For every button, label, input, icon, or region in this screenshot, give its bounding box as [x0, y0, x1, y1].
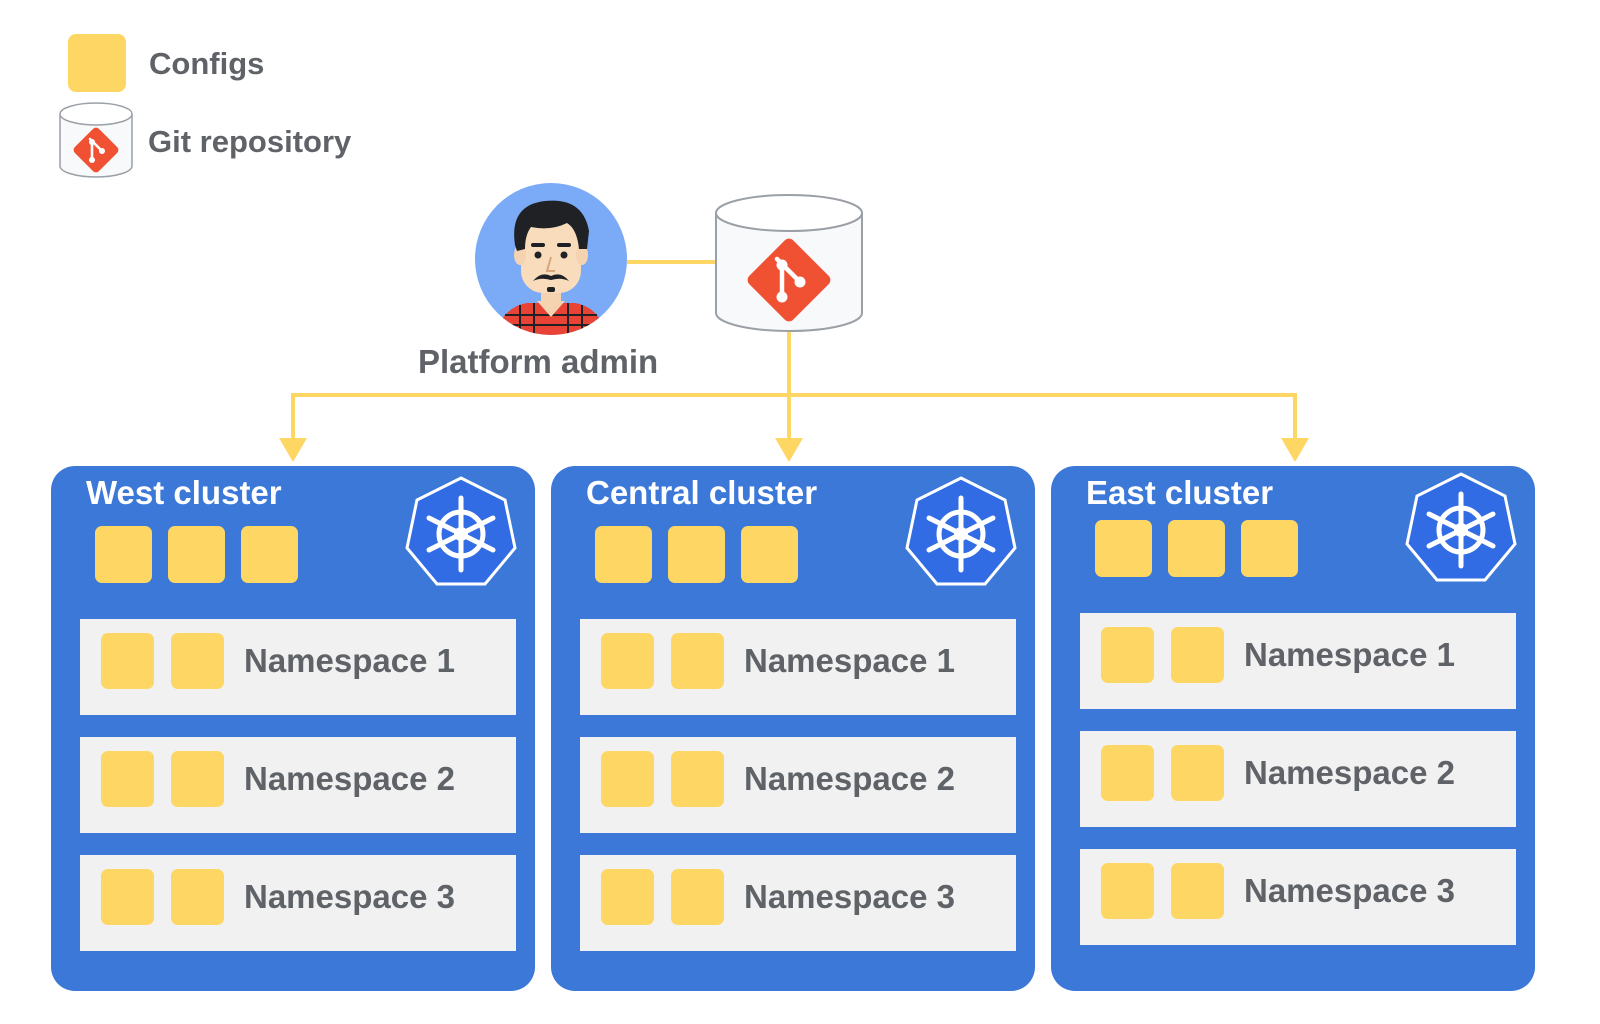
config-block: [1101, 745, 1154, 801]
arrow-central: [775, 438, 803, 462]
namespace-label: Namespace 1: [1244, 636, 1455, 673]
config-block: [601, 869, 654, 925]
namespace-label: Namespace 3: [744, 878, 955, 915]
cluster-title: East cluster: [1086, 474, 1274, 511]
config-block: [171, 633, 224, 689]
config-block: [1168, 520, 1225, 577]
cluster-configs: [95, 526, 298, 583]
config-block: [601, 751, 654, 807]
config-block: [1095, 520, 1152, 577]
config-block: [668, 526, 725, 583]
config-block: [1171, 627, 1224, 683]
config-block: [95, 526, 152, 583]
namespace-box: Namespace 3: [580, 855, 1016, 951]
namespace-box: Namespace 1: [80, 619, 516, 715]
platform-admin-label: Platform admin: [418, 343, 659, 380]
arrow-west: [279, 438, 307, 462]
config-block: [601, 633, 654, 689]
namespace-box: Namespace 1: [580, 619, 1016, 715]
config-block: [671, 633, 724, 689]
config-block: [1171, 863, 1224, 919]
namespace-box: Namespace 2: [1080, 731, 1516, 827]
git-repository-icon: [715, 194, 863, 332]
config-block: [171, 869, 224, 925]
kubernetes-icon: [405, 476, 517, 586]
namespace-label: Namespace 3: [1244, 872, 1455, 909]
namespace-label: Namespace 1: [744, 642, 955, 679]
config-block: [1171, 745, 1224, 801]
platform-admin-avatar: [475, 183, 627, 335]
cluster-configs: [595, 526, 798, 583]
namespace-label: Namespace 3: [244, 878, 455, 915]
namespace-label: Namespace 2: [744, 760, 955, 797]
namespace-label: Namespace 2: [244, 760, 455, 797]
distribution-line: [291, 393, 1297, 440]
config-block: [101, 869, 154, 925]
cluster-title: West cluster: [86, 474, 282, 511]
config-block: [741, 526, 798, 583]
config-block: [101, 751, 154, 807]
cluster-central: Central cluster Namespace 1 Namespace 2 …: [551, 466, 1035, 991]
config-block: [1101, 863, 1154, 919]
config-block: [1241, 520, 1298, 577]
config-block: [1101, 627, 1154, 683]
kubernetes-icon: [1405, 472, 1517, 582]
config-block: [171, 751, 224, 807]
namespace-box: Namespace 3: [1080, 849, 1516, 945]
cluster-west: West cluster Namespace 1 Namespace 2 Nam…: [51, 466, 535, 991]
namespace-box: Namespace 2: [80, 737, 516, 833]
kubernetes-icon: [905, 476, 1017, 586]
config-block: [168, 526, 225, 583]
cluster-configs: [1095, 520, 1298, 577]
cluster-east: East cluster Namespace 1 Namespace 2 Nam…: [1051, 466, 1535, 991]
arrow-east: [1281, 438, 1309, 462]
config-block: [241, 526, 298, 583]
config-block: [595, 526, 652, 583]
config-block: [671, 869, 724, 925]
namespace-label: Namespace 1: [244, 642, 455, 679]
namespace-box: Namespace 2: [580, 737, 1016, 833]
config-block: [101, 633, 154, 689]
config-block: [671, 751, 724, 807]
namespace-box: Namespace 1: [1080, 613, 1516, 709]
namespace-label: Namespace 2: [1244, 754, 1455, 791]
cluster-title: Central cluster: [586, 474, 818, 511]
namespace-box: Namespace 3: [80, 855, 516, 951]
